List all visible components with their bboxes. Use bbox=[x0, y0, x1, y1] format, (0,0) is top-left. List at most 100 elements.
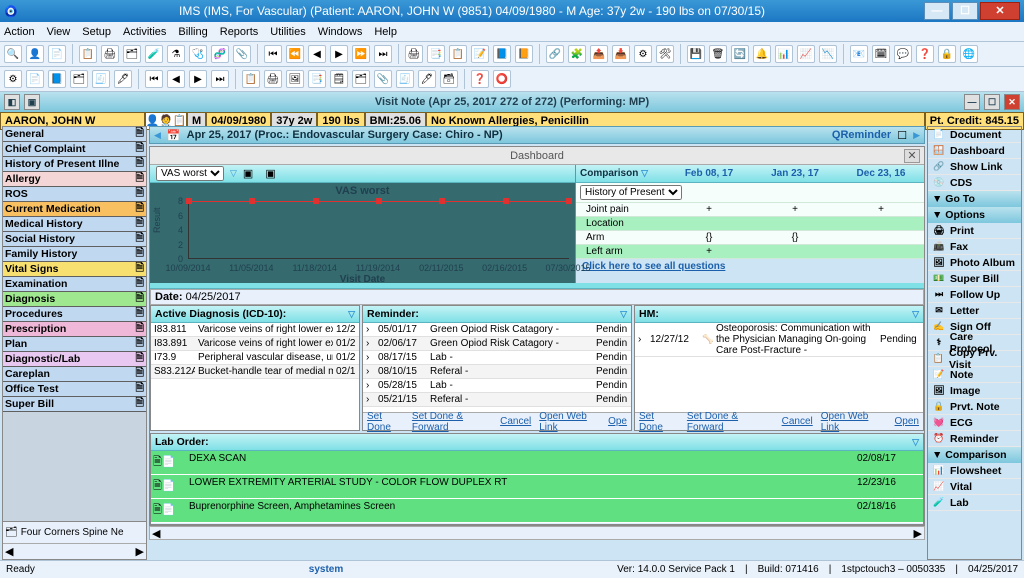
tb1-btn-40[interactable]: 📉 bbox=[819, 45, 837, 63]
vas-btn2[interactable]: ▣ bbox=[259, 167, 281, 180]
rnav-prvt-note[interactable]: 🔒Prvt. Note bbox=[928, 399, 1021, 415]
tb1-btn-0[interactable]: 🔍 bbox=[4, 45, 22, 63]
rnav-flowsheet[interactable]: 📊Flowsheet bbox=[928, 463, 1021, 479]
rnav-note[interactable]: 📝Note bbox=[928, 367, 1021, 383]
nav-history-of-present-illne[interactable]: History of Present Illne🗎 bbox=[3, 157, 146, 172]
dashboard-close[interactable]: ✕ bbox=[904, 149, 920, 163]
rnav-hdr[interactable]: ▼ Options bbox=[928, 207, 1021, 223]
reminder-row[interactable]: ›05/01/17Green Opiod Risk Catagory -Pend… bbox=[363, 323, 631, 337]
tb1-btn-42[interactable]: 📧 bbox=[850, 45, 868, 63]
rnav-ecg[interactable]: 💓ECG bbox=[928, 415, 1021, 431]
menu-billing[interactable]: Billing bbox=[178, 26, 207, 38]
tb2-btn-1[interactable]: 📄 bbox=[26, 70, 44, 88]
nav-super-bill[interactable]: Super Bill🗎 bbox=[3, 397, 146, 412]
rnav-print[interactable]: 🖨Print bbox=[928, 223, 1021, 239]
rem-action[interactable]: Ope bbox=[608, 416, 627, 427]
rnav-image[interactable]: 🖼Image bbox=[928, 383, 1021, 399]
visit-prev[interactable]: ◀ bbox=[154, 130, 161, 141]
tb1-btn-35[interactable]: 🗑 bbox=[709, 45, 727, 63]
diag-row[interactable]: S83.212ABucket-handle tear of medial men… bbox=[151, 365, 359, 379]
rnav-hdr[interactable]: ▼ Comparison bbox=[928, 447, 1021, 463]
tb1-btn-2[interactable]: 📄 bbox=[48, 45, 66, 63]
menu-windows[interactable]: Windows bbox=[318, 26, 363, 38]
hm-action[interactable]: Open Web Link bbox=[821, 411, 887, 433]
menu-view[interactable]: View bbox=[47, 26, 71, 38]
tb1-btn-6[interactable]: 🗂 bbox=[123, 45, 141, 63]
nav-current-medication[interactable]: Current Medication🗎 bbox=[3, 202, 146, 217]
info-left-2[interactable]: ▣ bbox=[24, 94, 40, 110]
tb1-btn-43[interactable]: 🗓 bbox=[872, 45, 890, 63]
menu-activities[interactable]: Activities bbox=[123, 26, 166, 38]
tb2-btn-18[interactable]: 📎 bbox=[374, 70, 392, 88]
rem-action[interactable]: Set Done & Forward bbox=[412, 411, 492, 433]
tb1-btn-25[interactable]: 📙 bbox=[515, 45, 533, 63]
hm-action[interactable]: Set Done & Forward bbox=[687, 411, 774, 433]
nav-general[interactable]: General🗎 bbox=[3, 127, 146, 142]
menu-action[interactable]: Action bbox=[4, 26, 35, 38]
tb1-btn-37[interactable]: 🔔 bbox=[753, 45, 771, 63]
tb2-btn-12[interactable]: 📋 bbox=[242, 70, 260, 88]
rnav-follow-up[interactable]: ⏭Follow Up bbox=[928, 287, 1021, 303]
tb2-btn-20[interactable]: 🖊 bbox=[418, 70, 436, 88]
nav-diagnosis[interactable]: Diagnosis🗎 bbox=[3, 292, 146, 307]
rnav-document[interactable]: 📄Document bbox=[928, 127, 1021, 143]
rnav-vital[interactable]: 📈Vital bbox=[928, 479, 1021, 495]
menu-utilities[interactable]: Utilities bbox=[270, 26, 305, 38]
tb2-btn-10[interactable]: ⏭ bbox=[211, 70, 229, 88]
hm-action[interactable]: Cancel bbox=[782, 416, 813, 427]
tb1-btn-14[interactable]: ⏪ bbox=[286, 45, 304, 63]
tb2-btn-9[interactable]: ▶ bbox=[189, 70, 207, 88]
nav-social-history[interactable]: Social History🗎 bbox=[3, 232, 146, 247]
vas-btn1[interactable]: ▣ bbox=[237, 167, 259, 180]
nav-prescription[interactable]: Prescription🗎 bbox=[3, 322, 146, 337]
see-all-link[interactable]: Click here to see all questions bbox=[576, 259, 924, 274]
tb1-btn-7[interactable]: 🧪 bbox=[145, 45, 163, 63]
rnav-lab[interactable]: 🧪Lab bbox=[928, 495, 1021, 511]
diag-row[interactable]: I83.891Varicose veins of right lower ext… bbox=[151, 337, 359, 351]
nav-footer-icon[interactable]: 🗂 bbox=[5, 527, 18, 538]
info-close[interactable]: ✕ bbox=[1004, 94, 1020, 110]
tb2-btn-21[interactable]: 🗃 bbox=[440, 70, 458, 88]
menu-help[interactable]: Help bbox=[374, 26, 397, 38]
tb1-btn-27[interactable]: 🔗 bbox=[546, 45, 564, 63]
tb1-btn-13[interactable]: ⏮ bbox=[264, 45, 282, 63]
tb2-btn-16[interactable]: 🗒 bbox=[330, 70, 348, 88]
tb1-btn-28[interactable]: 🧩 bbox=[568, 45, 586, 63]
tb1-btn-18[interactable]: ⏭ bbox=[374, 45, 392, 63]
tb2-btn-14[interactable]: 🖼 bbox=[286, 70, 304, 88]
comp-col-1[interactable]: Jan 23, 17 bbox=[752, 168, 838, 179]
middle-scroll[interactable]: ◀▶ bbox=[149, 526, 925, 540]
tb2-btn-13[interactable]: 🖨 bbox=[264, 70, 282, 88]
nav-plan[interactable]: Plan🗎 bbox=[3, 337, 146, 352]
nav-careplan[interactable]: Careplan🗎 bbox=[3, 367, 146, 382]
tb2-btn-17[interactable]: 🗂 bbox=[352, 70, 370, 88]
nav-office-test[interactable]: Office Test🗎 bbox=[3, 382, 146, 397]
tb1-btn-47[interactable]: 🌐 bbox=[960, 45, 978, 63]
vas-tri[interactable]: ▽ bbox=[230, 168, 237, 179]
hm-action[interactable]: Open bbox=[895, 416, 919, 427]
visit-cal-icon[interactable]: 📅 bbox=[167, 129, 181, 142]
reminder-row[interactable]: ›08/10/15Referal -Pendin bbox=[363, 365, 631, 379]
rnav-photo-album[interactable]: 🖼Photo Album bbox=[928, 255, 1021, 271]
rem-action[interactable]: Open Web Link bbox=[539, 411, 600, 433]
info-left-1[interactable]: ◧ bbox=[4, 94, 20, 110]
nav-procedures[interactable]: Procedures🗎 bbox=[3, 307, 146, 322]
tb2-btn-3[interactable]: 🗂 bbox=[70, 70, 88, 88]
reminder-row[interactable]: ›08/17/15Lab -Pendin bbox=[363, 351, 631, 365]
tb1-btn-45[interactable]: ❓ bbox=[916, 45, 934, 63]
tb1-btn-36[interactable]: 🔄 bbox=[731, 45, 749, 63]
tb1-btn-5[interactable]: 🖨 bbox=[101, 45, 119, 63]
nav-medical-history[interactable]: Medical History🗎 bbox=[3, 217, 146, 232]
rnav-dashboard[interactable]: 🪟Dashboard bbox=[928, 143, 1021, 159]
qreminder-link[interactable]: QReminder bbox=[832, 129, 891, 141]
lab-row[interactable]: 🗎📄LOWER EXTREMITY ARTERIAL STUDY - COLOR… bbox=[151, 475, 923, 499]
comp-col-0[interactable]: Feb 08, 17 bbox=[666, 168, 752, 179]
tb1-btn-4[interactable]: 📋 bbox=[79, 45, 97, 63]
menu-setup[interactable]: Setup bbox=[82, 26, 111, 38]
comparison-select[interactable]: History of Present bbox=[580, 185, 682, 200]
lab-row[interactable]: 🗎📄Buprenorphine Screen, Amphetamines Scr… bbox=[151, 499, 923, 523]
tb1-btn-29[interactable]: 📤 bbox=[590, 45, 608, 63]
nav-allergy[interactable]: Allergy🗎 bbox=[3, 172, 146, 187]
tb1-btn-23[interactable]: 📝 bbox=[471, 45, 489, 63]
tb1-btn-20[interactable]: 🖨 bbox=[405, 45, 423, 63]
